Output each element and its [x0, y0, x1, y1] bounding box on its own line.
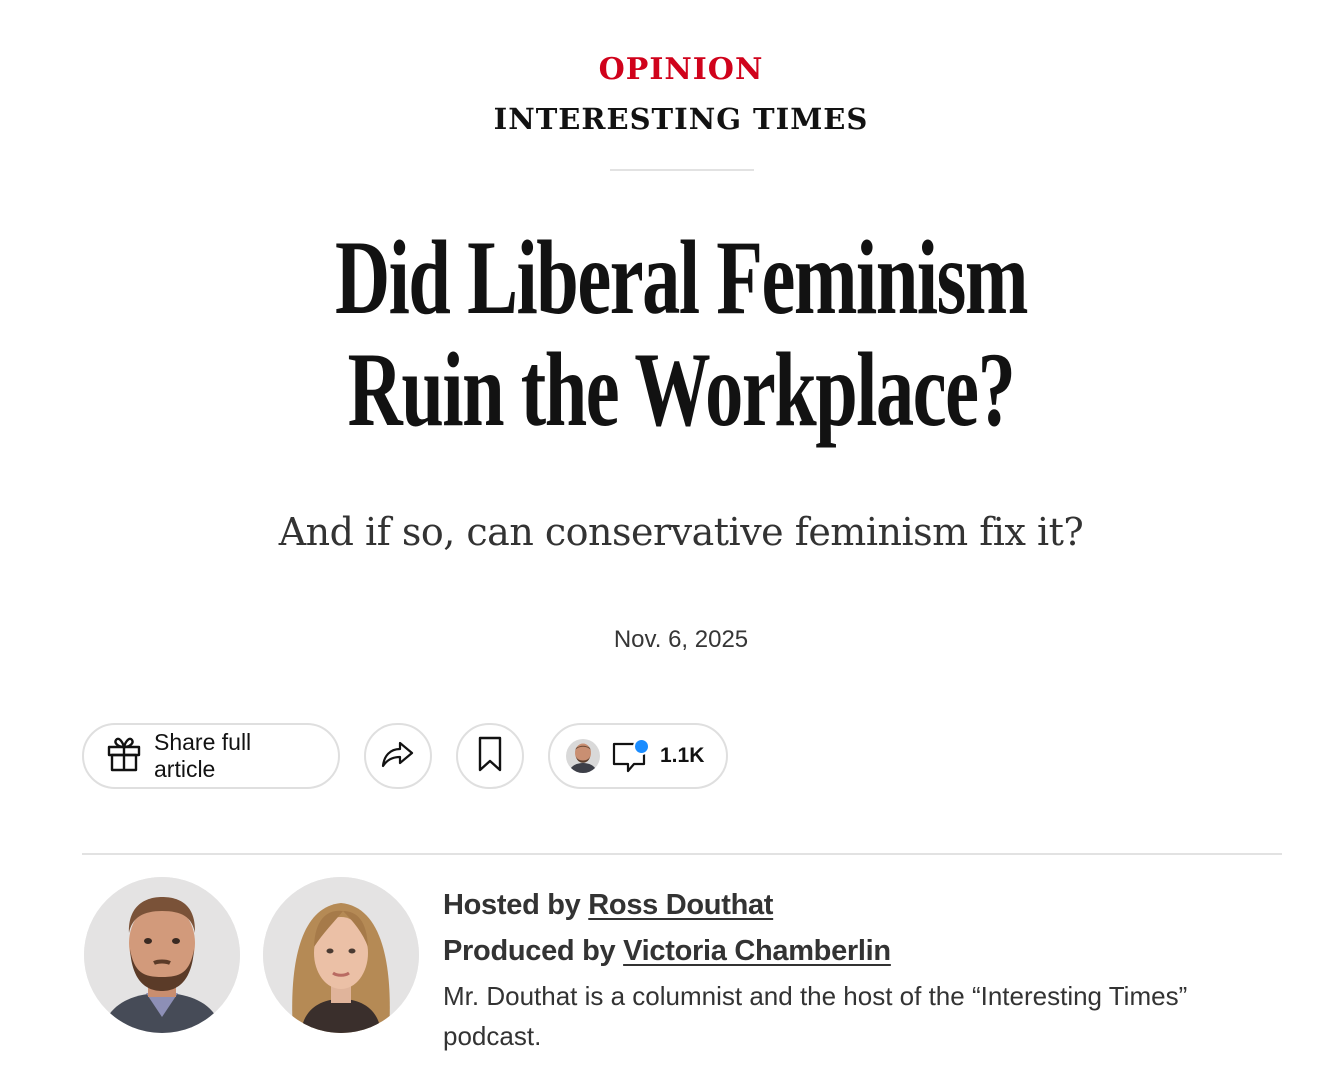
hosted-by-prefix: Hosted by: [443, 889, 581, 921]
comment-count: 1.1K: [660, 744, 705, 767]
header-divider: [610, 169, 754, 171]
notification-dot: [633, 738, 650, 755]
bookmark-icon: [475, 734, 505, 779]
section-label[interactable]: OPINION: [0, 52, 1332, 87]
produced-by-prefix: Produced by: [443, 935, 616, 967]
share-arrow-icon: [378, 734, 418, 779]
host-bio: Mr. Douthat is a columnist and the host …: [443, 981, 1188, 1051]
share-full-article-button[interactable]: Share full article: [82, 723, 340, 789]
producer-name-link[interactable]: Victoria Chamberlin: [623, 935, 891, 967]
credits-block: Hosted by Ross Douthat Produced by Victo…: [443, 882, 1303, 1056]
commenter-avatar: [566, 739, 600, 773]
producer-portrait: [263, 877, 419, 1033]
share-button[interactable]: [364, 723, 432, 789]
share-full-article-label: Share full article: [154, 729, 252, 782]
host-name-link[interactable]: Ross Douthat: [588, 889, 773, 921]
byline-divider: [82, 853, 1282, 855]
series-label[interactable]: INTERESTING TIMES: [0, 102, 1332, 136]
headline-line-2: Ruin the Workplace?: [347, 331, 1016, 448]
save-button[interactable]: [456, 723, 524, 789]
hosted-by-line: Hosted by Ross Douthat: [443, 882, 1303, 928]
headline: Did Liberal Feminism Ruin the Workplace?: [191, 222, 1172, 446]
headline-line-1: Did Liberal Feminism: [334, 219, 1028, 336]
gift-icon: [104, 734, 144, 779]
comment-bubble-icon: [610, 736, 650, 776]
host-portrait: [84, 877, 240, 1033]
subheadline: And if so, can conservative feminism fix…: [278, 510, 1084, 554]
produced-by-line: Produced by Victoria Chamberlin: [443, 928, 1303, 974]
comments-button[interactable]: 1.1K: [548, 723, 728, 789]
publish-date: Nov. 6, 2025: [613, 626, 749, 653]
